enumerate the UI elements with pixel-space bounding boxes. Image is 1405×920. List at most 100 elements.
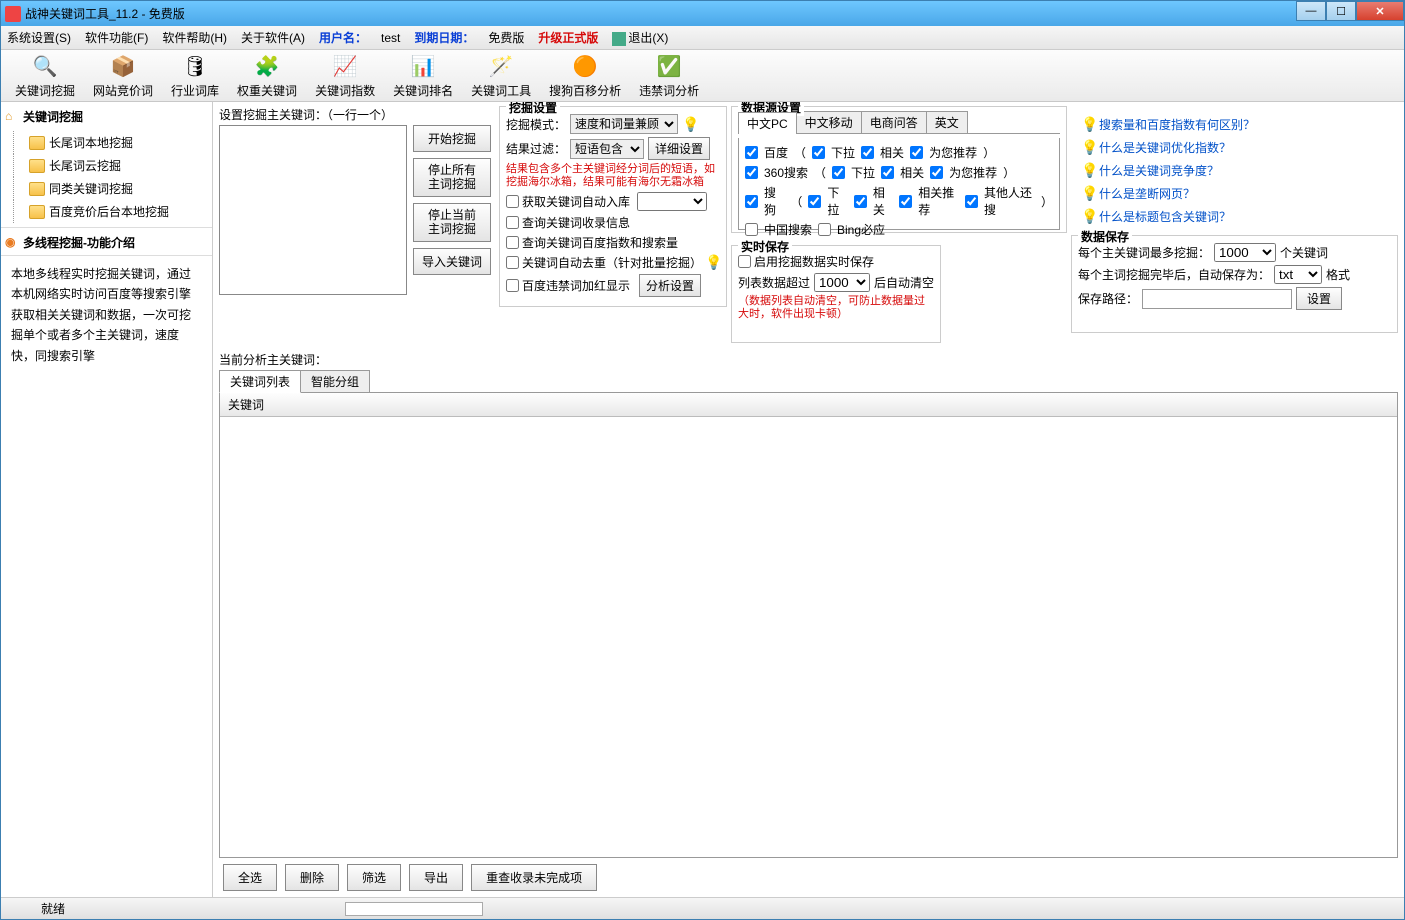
menu-function[interactable]: 软件功能(F)	[85, 29, 148, 46]
ds-tab-3[interactable]: 英文	[926, 111, 968, 133]
bulb-icon: 💡	[1081, 116, 1095, 133]
maximize-button[interactable]: ☐	[1326, 1, 1356, 21]
close-button[interactable]: ✕	[1356, 1, 1404, 21]
realtime-threshold-select[interactable]: 1000	[814, 273, 870, 292]
tree-item-3[interactable]: 百度竞价后台本地挖掘	[11, 200, 212, 223]
mining-settings-group: 挖掘设置 挖掘模式： 速度和词量兼顾 💡 结果过滤： 短语包含 详细设置 结果包…	[499, 106, 727, 307]
ds-main-checkbox[interactable]	[745, 195, 758, 208]
result-grid: 关键词	[219, 392, 1398, 858]
ds-opt-checkbox[interactable]	[854, 195, 867, 208]
upgrade-link[interactable]: 升级正式版	[538, 29, 598, 46]
analyze-settings-button[interactable]: 分析设置	[639, 274, 701, 297]
ds-row-1: 360搜索（下拉相关为您推荐）	[745, 164, 1053, 181]
bottom-btn-0[interactable]: 全选	[223, 864, 277, 891]
bulb-icon: 💡	[1081, 162, 1095, 179]
auto-in-checkbox[interactable]	[506, 195, 519, 208]
analysis-label: 当前分析主关键词：	[219, 351, 1398, 368]
ds-opt-checkbox[interactable]	[930, 166, 943, 179]
save-format-select[interactable]: txt	[1274, 265, 1322, 284]
result-tab-0[interactable]: 关键词列表	[219, 370, 301, 393]
ds-opt-checkbox[interactable]	[861, 146, 874, 159]
help-link-1[interactable]: 💡什么是关键词优化指数？	[1081, 139, 1394, 156]
toolbar-keyword-mining[interactable]: 🔍关键词挖掘	[9, 50, 81, 101]
grid-body[interactable]	[220, 417, 1397, 857]
status-text: 就绪	[41, 900, 65, 917]
bottom-btn-1[interactable]: 删除	[285, 864, 339, 891]
menu-help[interactable]: 软件帮助(H)	[162, 29, 227, 46]
toolbar-keyword-tool[interactable]: 🪄关键词工具	[465, 50, 537, 101]
bulb-icon[interactable]: 💡	[682, 116, 696, 133]
realtime-enable-checkbox[interactable]	[738, 255, 751, 268]
help-link-0[interactable]: 💡搜索量和百度指数有何区别？	[1081, 116, 1394, 133]
toolbar-keyword-index[interactable]: 📈关键词指数	[309, 50, 381, 101]
help-link-2[interactable]: 💡什么是关键词竞争度？	[1081, 162, 1394, 179]
tree-item-0[interactable]: 长尾词本地挖掘	[11, 131, 212, 154]
query-include-checkbox[interactable]	[506, 216, 519, 229]
ds-main-checkbox[interactable]	[745, 166, 758, 179]
query-index-checkbox[interactable]	[506, 236, 519, 249]
minimize-button[interactable]: —	[1296, 1, 1326, 21]
ds-row-0: 百度（下拉相关为您推荐）	[745, 144, 1053, 161]
stop-all-button[interactable]: 停止所有 主词挖掘	[413, 158, 491, 197]
save-path-input[interactable]	[1142, 289, 1292, 309]
ds-tab-2[interactable]: 电商问答	[861, 111, 927, 133]
result-tab-1[interactable]: 智能分组	[300, 370, 370, 393]
toolbar-industry-db[interactable]: 🛢行业词库	[165, 50, 225, 101]
ds-opt-checkbox[interactable]	[899, 195, 912, 208]
folder-icon	[29, 136, 45, 150]
save-path-button[interactable]: 设置	[1296, 287, 1342, 310]
filter-select[interactable]: 短语包含	[570, 139, 644, 159]
rss-icon: ◉	[5, 235, 15, 249]
ds-opt-checkbox[interactable]	[881, 166, 894, 179]
user-value: test	[381, 31, 400, 45]
ds-opt-checkbox[interactable]	[808, 195, 821, 208]
toolbar-banned-analysis[interactable]: ✅违禁词分析	[633, 50, 705, 101]
exit-menu[interactable]: 退出(X)	[612, 29, 668, 46]
help-link-3[interactable]: 💡什么是垄断网页？	[1081, 185, 1394, 202]
ban-red-checkbox[interactable]	[506, 279, 519, 292]
max-per-keyword-select[interactable]: 1000	[1214, 243, 1276, 262]
ds-opt-checkbox[interactable]	[832, 166, 845, 179]
ds-main-checkbox[interactable]	[745, 223, 758, 236]
keyword-tool-icon: 🪄	[487, 52, 515, 80]
help-link-4[interactable]: 💡什么是标题包含关键词？	[1081, 208, 1394, 225]
grid-header-keyword[interactable]: 关键词	[220, 393, 1397, 417]
bottom-btn-4[interactable]: 重查收录未完成项	[471, 864, 597, 891]
edition-label: 免费版	[488, 29, 524, 46]
bottom-btn-3[interactable]: 导出	[409, 864, 463, 891]
home-icon: ⌂	[5, 109, 12, 123]
toolbar-keyword-rank[interactable]: 📊关键词排名	[387, 50, 459, 101]
ds-opt-checkbox[interactable]	[812, 146, 825, 159]
detail-settings-button[interactable]: 详细设置	[648, 137, 710, 160]
bulb-icon: 💡	[1081, 185, 1095, 202]
ds-tab-1[interactable]: 中文移动	[796, 111, 862, 133]
dedup-checkbox[interactable]	[506, 256, 519, 269]
auto-in-select[interactable]	[637, 192, 707, 211]
ds-main-checkbox[interactable]	[745, 146, 758, 159]
weight-keyword-icon: 🧩	[253, 52, 281, 80]
sidebar-sec2[interactable]: ◉ 多线程挖掘-功能介绍	[1, 227, 212, 255]
titlebar: 战神关键词工具_11.2 - 免费版 — ☐ ✕	[1, 1, 1404, 26]
folder-icon	[29, 182, 45, 196]
start-mining-button[interactable]: 开始挖掘	[413, 125, 491, 152]
tree-item-1[interactable]: 长尾词云挖掘	[11, 154, 212, 177]
main-keyword-input[interactable]	[219, 125, 407, 295]
import-keyword-button[interactable]: 导入关键词	[413, 248, 491, 275]
window-title: 战神关键词工具_11.2 - 免费版	[25, 5, 185, 22]
mode-select[interactable]: 速度和词量兼顾	[570, 114, 678, 134]
stop-current-button[interactable]: 停止当前 主词挖掘	[413, 203, 491, 242]
bulb-icon[interactable]: 💡	[705, 254, 719, 271]
ds-opt-checkbox[interactable]	[818, 223, 831, 236]
ds-tab-0[interactable]: 中文PC	[738, 112, 797, 134]
ds-opt-checkbox[interactable]	[910, 146, 923, 159]
toolbar-sogou-analysis[interactable]: 🟠搜狗百移分析	[543, 50, 627, 101]
tree-item-2[interactable]: 同类关键词挖掘	[11, 177, 212, 200]
menu-about[interactable]: 关于软件(A)	[241, 29, 305, 46]
ds-opt-checkbox[interactable]	[965, 195, 978, 208]
user-label: 用户名：	[319, 29, 367, 46]
expire-label: 到期日期：	[414, 29, 474, 46]
toolbar-site-bid[interactable]: 📦网站竞价词	[87, 50, 159, 101]
bottom-btn-2[interactable]: 筛选	[347, 864, 401, 891]
menu-system[interactable]: 系统设置(S)	[7, 29, 71, 46]
toolbar-weight-keyword[interactable]: 🧩权重关键词	[231, 50, 303, 101]
